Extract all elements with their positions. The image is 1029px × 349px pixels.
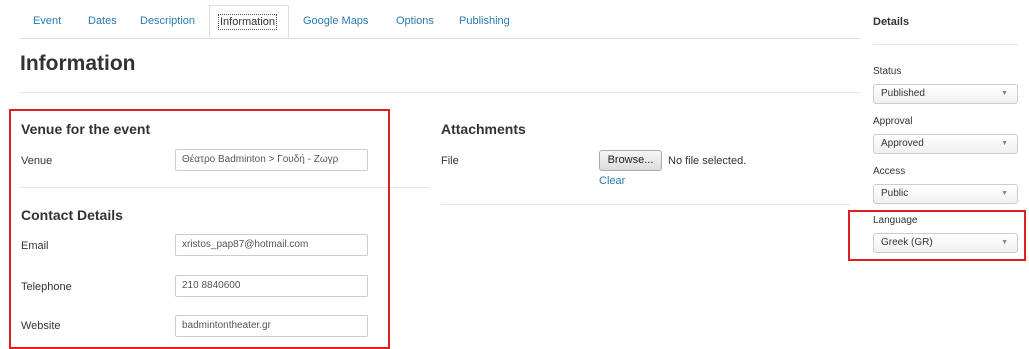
approval-select[interactable]: Approved ▼	[873, 134, 1018, 154]
status-select[interactable]: Published ▼	[873, 84, 1018, 104]
website-field[interactable]: badmintontheater.gr	[175, 315, 368, 337]
tab-options[interactable]: Options	[396, 5, 434, 38]
approval-label: Approval	[873, 116, 913, 127]
chevron-down-icon: ▼	[1001, 140, 1008, 147]
no-file-text: No file selected.	[668, 155, 747, 167]
venue-divider	[20, 187, 430, 188]
details-divider	[873, 44, 1018, 45]
tab-event[interactable]: Event	[33, 5, 61, 38]
access-value: Public	[881, 188, 909, 199]
website-label: Website	[21, 320, 61, 332]
language-value: Greek (GR)	[881, 237, 933, 248]
contact-section-title: Contact Details	[21, 207, 123, 223]
tab-publishing[interactable]: Publishing	[459, 5, 510, 38]
highlight-box-venue-contact	[9, 109, 390, 349]
browse-button[interactable]: Browse...	[599, 150, 662, 171]
status-label: Status	[873, 66, 902, 77]
email-label: Email	[21, 240, 49, 252]
language-label: Language	[873, 215, 918, 226]
tab-bar: Event Dates Description Information Goog…	[20, 5, 860, 39]
access-label: Access	[873, 166, 906, 177]
page-title: Information	[20, 52, 136, 75]
venue-section-title: Venue for the event	[21, 121, 151, 137]
tab-information[interactable]: Information	[209, 5, 289, 38]
chevron-down-icon: ▼	[1001, 239, 1008, 246]
tab-google-maps[interactable]: Google Maps	[303, 5, 368, 38]
chevron-down-icon: ▼	[1001, 90, 1008, 97]
access-select[interactable]: Public ▼	[873, 184, 1018, 204]
title-divider	[20, 92, 860, 93]
details-title: Details	[873, 16, 910, 28]
venue-label: Venue	[21, 155, 53, 167]
clear-link[interactable]: Clear	[599, 175, 625, 187]
venue-field[interactable]: Θέατρο Badminton > Γουδή - Ζωγρ	[175, 149, 368, 171]
tab-dates[interactable]: Dates	[88, 5, 117, 38]
chevron-down-icon: ▼	[1001, 190, 1008, 197]
telephone-field[interactable]: 210 8840600	[175, 275, 368, 297]
email-field[interactable]: xristos_pap87@hotmail.com	[175, 234, 368, 256]
approval-value: Approved	[881, 138, 924, 149]
telephone-label: Telephone	[21, 281, 72, 293]
attachments-title: Attachments	[441, 121, 526, 137]
tab-information-label: Information	[217, 14, 278, 30]
tab-description[interactable]: Description	[140, 5, 195, 38]
language-select[interactable]: Greek (GR) ▼	[873, 233, 1018, 253]
status-value: Published	[881, 88, 925, 99]
attachments-divider	[441, 204, 850, 205]
file-label: File	[441, 155, 459, 167]
